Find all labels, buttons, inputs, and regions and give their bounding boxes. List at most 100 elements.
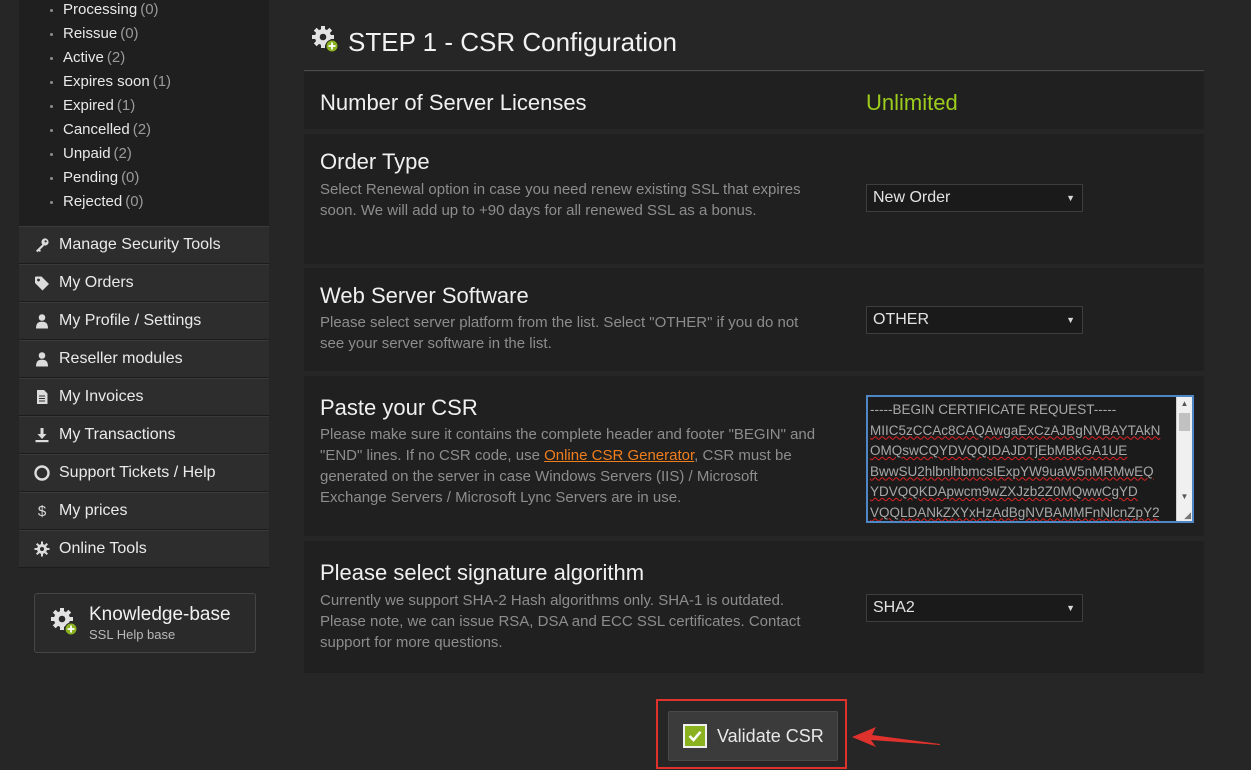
signature-description: Currently we support SHA-2 Hash algorith… xyxy=(320,592,801,651)
validate-csr-button[interactable]: Validate CSR xyxy=(668,711,838,761)
signature-selected: SHA2 xyxy=(873,599,915,616)
status-count: (0) xyxy=(125,193,144,210)
licenses-value: Unlimited xyxy=(866,90,958,115)
licenses-label: Number of Server Licenses xyxy=(320,90,587,115)
status-count: (0) xyxy=(140,1,159,18)
knowledge-base-text: Knowledge-base SSL Help base xyxy=(89,604,231,642)
status-count: (2) xyxy=(106,49,126,66)
order-type-row: Order Type Select Renewal option in case… xyxy=(304,134,1204,264)
status-item-expired[interactable]: Expired (1) xyxy=(19,96,269,120)
menu-label: Reseller modules xyxy=(59,350,183,367)
signature-select[interactable]: SHA2 ▼ xyxy=(866,594,1083,622)
licenses-row: Number of Server Licenses Unlimited xyxy=(304,72,1204,129)
scroll-thumb[interactable] xyxy=(1179,413,1190,431)
csr-textarea[interactable]: -----BEGIN CERTIFICATE REQUEST----- MIIC… xyxy=(866,395,1194,523)
status-item-processing[interactable]: Processing (0) xyxy=(19,0,269,24)
csr-line: MIIC5zCCAc8CAQAwgaExCzAJBgNVBAYTAkN xyxy=(870,422,1161,438)
caret-down-icon: ▼ xyxy=(1066,315,1075,325)
status-item-unpaid[interactable]: Unpaid (2) xyxy=(19,144,269,168)
csr-line: VQQLDANkZXYxHzAdBgNVBAMMFnNlcnZpY2 xyxy=(870,504,1160,520)
gear-plus-icon xyxy=(310,24,348,61)
status-label: Cancelled xyxy=(63,121,130,138)
online-csr-generator-link[interactable]: Online CSR Generator xyxy=(544,447,694,464)
status-count: (0) xyxy=(121,169,140,186)
menu-item-my-invoices[interactable]: My Invoices xyxy=(19,378,269,416)
menu-item-my-transactions[interactable]: My Transactions xyxy=(19,416,269,454)
web-server-label: Web Server Software xyxy=(320,283,529,308)
download-icon xyxy=(33,426,51,444)
key-icon xyxy=(33,236,51,254)
csr-line: BwwSU2hlbnlhbmcsIExpYW9uaW5nMRMwEQ xyxy=(870,463,1154,479)
menu-label: My Transactions xyxy=(59,426,176,443)
scroll-up-icon[interactable]: ▲ xyxy=(1177,397,1192,411)
menu-label: Support Tickets / Help xyxy=(59,464,216,481)
status-count: (1) xyxy=(116,97,136,114)
resize-grip-icon[interactable]: ◢ xyxy=(1184,511,1191,520)
status-label: Active xyxy=(63,49,104,66)
status-item-expires-soon[interactable]: Expires soon (1) xyxy=(19,72,269,96)
csr-scrollbar[interactable]: ▲ ▼ ◢ xyxy=(1176,397,1192,521)
checkmark-icon xyxy=(683,724,707,748)
page-title: STEP 1 - CSR Configuration xyxy=(310,22,677,62)
menu-label: Online Tools xyxy=(59,540,147,557)
caret-down-icon: ▼ xyxy=(1066,193,1075,203)
csr-line: -----BEGIN CERTIFICATE REQUEST----- xyxy=(870,402,1117,417)
status-item-reissue[interactable]: Reissue (0) xyxy=(19,24,269,48)
menu-label: My Profile / Settings xyxy=(59,312,202,329)
signature-label: Please select signature algorithm xyxy=(320,560,645,585)
knowledge-base-button[interactable]: Knowledge-base SSL Help base xyxy=(34,593,256,653)
order-type-selected: New Order xyxy=(873,189,951,206)
status-label: Reissue xyxy=(63,25,118,42)
gear-plus-icon xyxy=(49,606,79,641)
user-icon xyxy=(33,350,51,368)
caret-down-icon: ▼ xyxy=(1066,603,1075,613)
validate-csr-label: Validate CSR xyxy=(717,725,824,746)
knowledge-base-subtitle: SSL Help base xyxy=(89,627,176,642)
dollar-icon: $ xyxy=(37,502,47,520)
status-count: (0) xyxy=(120,25,139,42)
gear-icon xyxy=(33,540,51,558)
web-server-select[interactable]: OTHER ▼ xyxy=(866,306,1083,334)
signature-row: Please select signature algorithm Curren… xyxy=(304,541,1204,673)
csr-line: YDVQQKDApwcm9wZXJzb2Z0MQwwCgYD xyxy=(870,484,1138,499)
menu-label: My Orders xyxy=(59,274,134,291)
status-item-cancelled[interactable]: Cancelled (2) xyxy=(19,120,269,144)
order-status-list: Processing (0) Reissue (0) Active (2) Expir… xyxy=(19,0,269,226)
status-item-rejected[interactable]: Rejected (0) xyxy=(19,192,269,216)
csr-line: OMQswCQYDVQQIDAJDTjEbMBkGA1UE xyxy=(870,443,1128,458)
menu-item-support-tickets-help[interactable]: Support Tickets / Help xyxy=(19,454,269,492)
menu-item-my-prices[interactable]: $ My prices xyxy=(19,492,269,530)
status-count: (2) xyxy=(113,145,132,162)
web-server-selected: OTHER xyxy=(873,311,929,328)
status-item-active[interactable]: Active (2) xyxy=(19,48,269,72)
menu-item-reseller-modules[interactable]: Reseller modules xyxy=(19,340,269,378)
menu-label: My prices xyxy=(59,502,128,519)
scroll-down-icon[interactable]: ▼ xyxy=(1177,490,1192,504)
order-type-select[interactable]: New Order ▼ xyxy=(866,184,1083,212)
csr-description: Please make sure it contains the complet… xyxy=(320,424,825,508)
status-label: Processing xyxy=(63,1,138,18)
web-server-description: Please select server platform from the l… xyxy=(320,314,799,352)
status-count: (1) xyxy=(152,73,172,90)
status-label: Pending xyxy=(63,169,119,186)
csr-text: -----BEGIN CERTIFICATE REQUEST----- MIIC… xyxy=(868,397,1172,521)
arrow-left-icon xyxy=(852,727,940,747)
web-server-row: Web Server Software Please select server… xyxy=(304,268,1204,371)
status-label: Rejected xyxy=(63,193,123,210)
menu-item-my-orders[interactable]: My Orders xyxy=(19,264,269,302)
csr-label: Paste your CSR xyxy=(320,395,478,420)
status-count: (2) xyxy=(132,121,152,138)
title-divider xyxy=(304,70,1204,71)
menu-item-manage-security-tools[interactable]: Manage Security Tools xyxy=(19,226,269,264)
sidebar: Processing (0) Reissue (0) Active (2) Expir… xyxy=(19,0,269,653)
menu-label: My Invoices xyxy=(59,388,144,405)
status-label: Expires soon xyxy=(63,73,150,90)
tag-icon xyxy=(33,274,51,292)
menu-item-online-tools[interactable]: Online Tools xyxy=(19,530,269,568)
status-item-pending[interactable]: Pending (0) xyxy=(19,168,269,192)
menu-item-my-profile-settings[interactable]: My Profile / Settings xyxy=(19,302,269,340)
order-type-description: Select Renewal option in case you need r… xyxy=(320,181,801,219)
order-type-label: Order Type xyxy=(320,149,430,174)
lifebuoy-icon xyxy=(33,464,51,482)
page-title-text: STEP 1 - CSR Configuration xyxy=(348,26,677,57)
